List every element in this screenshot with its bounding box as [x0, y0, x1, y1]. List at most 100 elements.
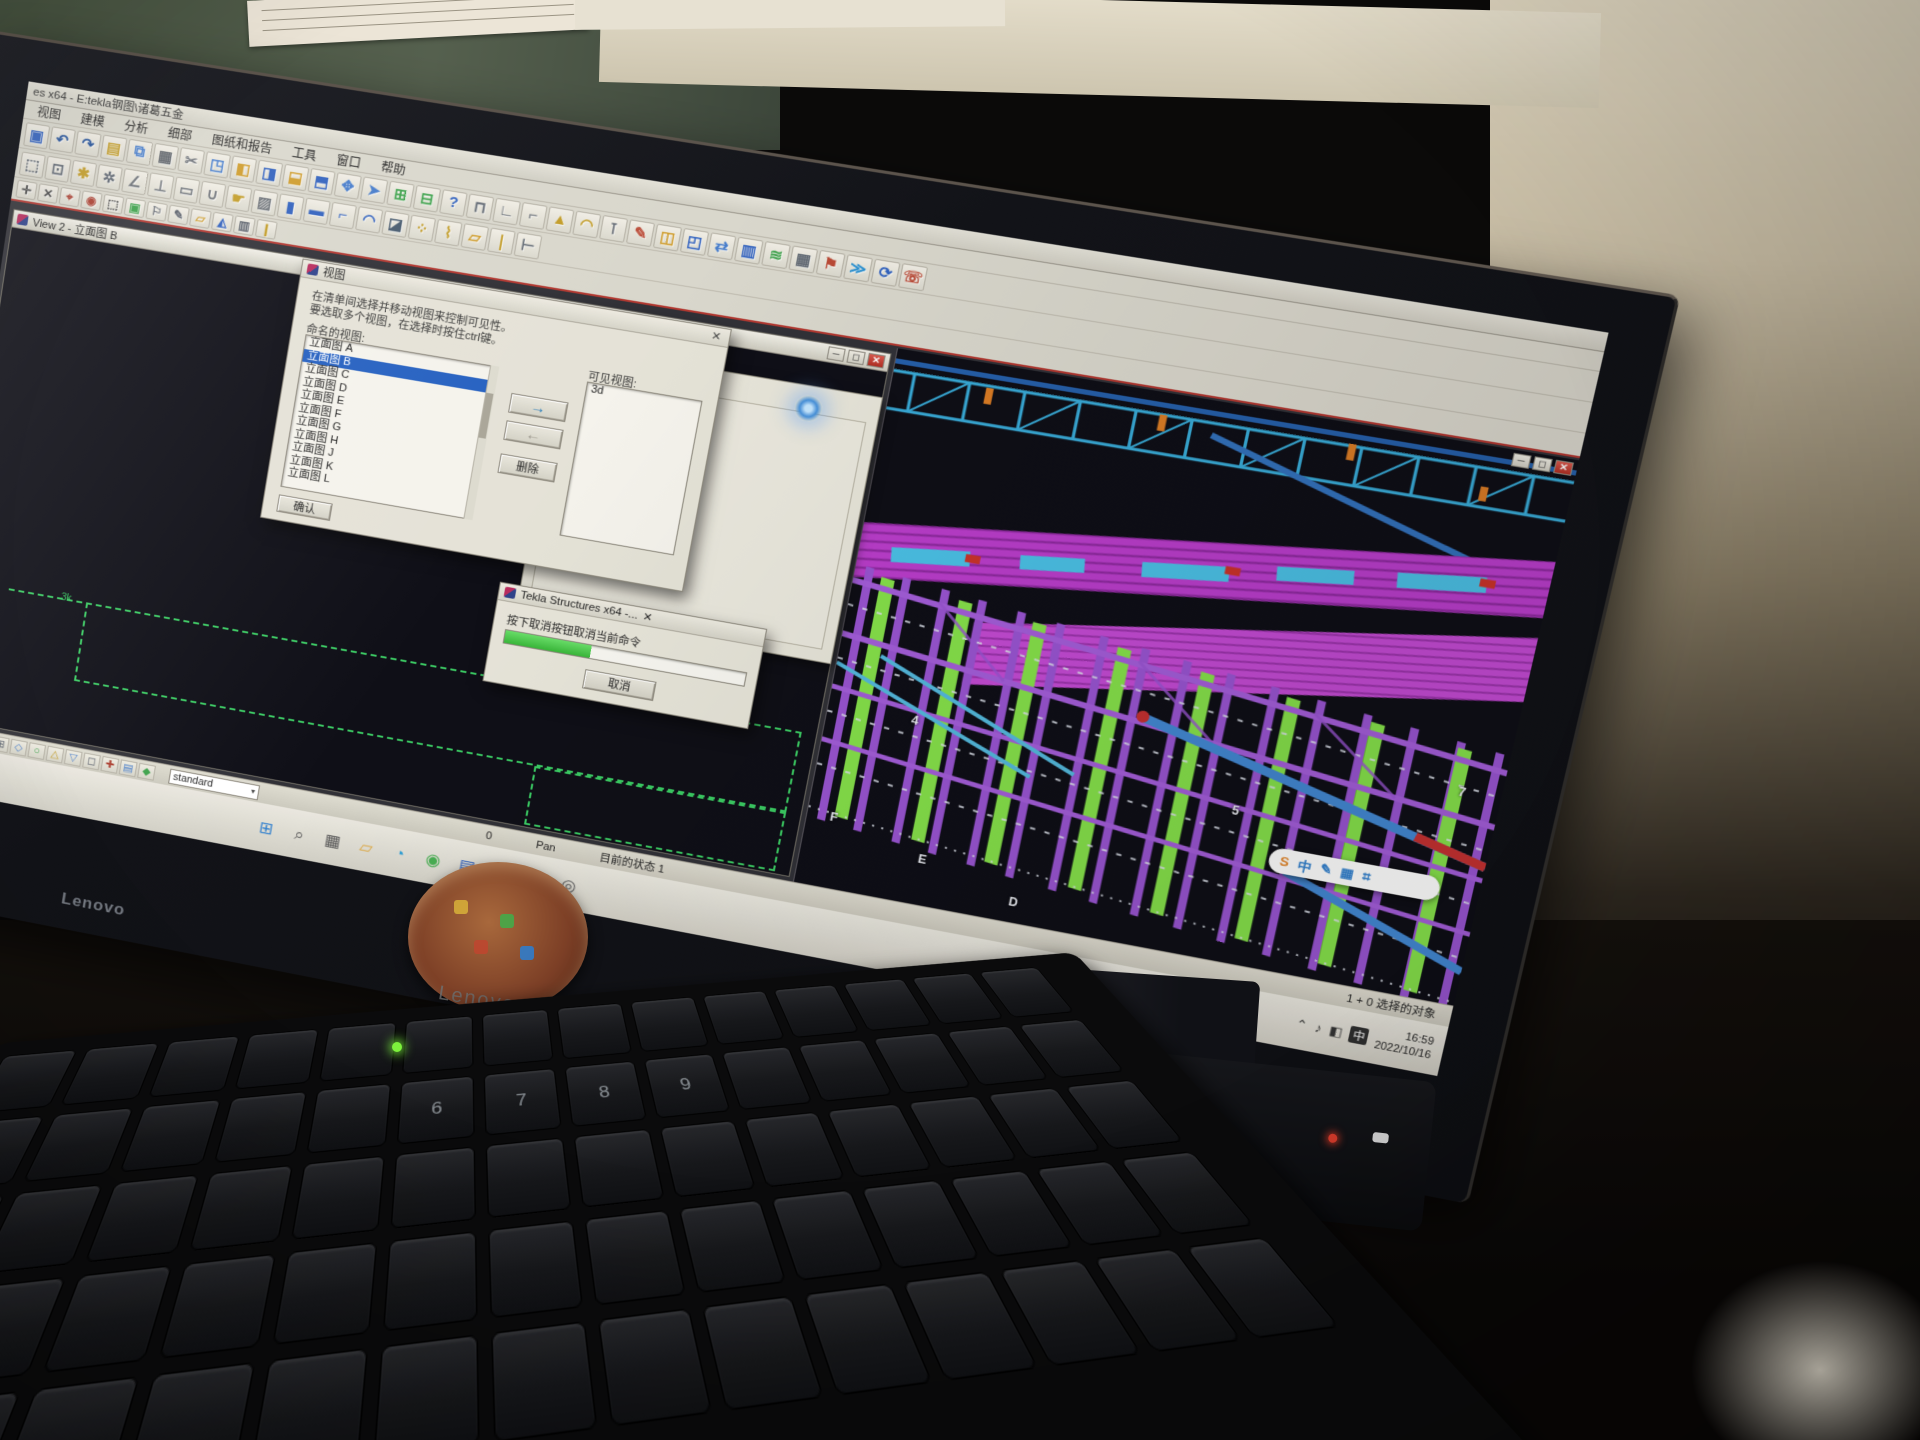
toolbar-icon[interactable]: ⌐ — [329, 201, 357, 229]
toolbar-icon[interactable]: ✂ — [177, 147, 205, 174]
taskbar-app-icon[interactable]: ⊞ — [251, 814, 280, 843]
close-icon[interactable]: ✕ — [866, 353, 885, 369]
tray-icon[interactable]: ♪ — [1313, 1020, 1323, 1036]
toolbar-icon[interactable]: ▣ — [23, 122, 50, 149]
toolbar-icon[interactable]: ☛ — [225, 184, 253, 211]
toolbar-icon[interactable]: ∟ — [492, 197, 521, 225]
toolbar-icon[interactable]: ✲ — [96, 163, 123, 190]
toolbar-icon[interactable]: ⊥ — [147, 172, 175, 199]
toolbar-icon[interactable]: ▱ — [189, 208, 212, 229]
toolbar-icon[interactable]: ◻ — [82, 752, 101, 770]
taskbar-app-icon[interactable]: ◉ — [418, 845, 448, 874]
move-left-button[interactable]: ← — [503, 420, 563, 449]
toolbar-icon[interactable]: ✕ — [37, 183, 59, 204]
toolbar-icon[interactable]: ▱ — [461, 223, 490, 251]
toolbar-icon[interactable]: ↷ — [74, 130, 101, 157]
taskbar-app-icon[interactable]: ⌕ — [285, 820, 315, 849]
toolbar-icon[interactable]: ▤ — [100, 134, 127, 161]
taskbar-clock[interactable]: 16:59 2022/10/16 — [1373, 1026, 1435, 1062]
toolbar-icon[interactable]: ◠ — [572, 210, 601, 238]
toolbar-icon[interactable]: ☏ — [898, 263, 928, 291]
toolbar-icon[interactable]: ⇄ — [707, 232, 736, 260]
visible-view-item[interactable]: 3d — [586, 383, 702, 415]
ok-button[interactable]: 确认 — [276, 494, 333, 521]
toolbar-icon[interactable]: ◪ — [381, 210, 409, 238]
toolbar-icon[interactable]: ⌐ — [519, 202, 548, 230]
toolbar-icon[interactable]: ✎ — [167, 205, 190, 226]
taskbar-app-icon[interactable]: ▱ — [351, 833, 381, 862]
maximize-icon[interactable]: ◻ — [1532, 456, 1553, 472]
toolbar-icon[interactable]: ∪ — [199, 180, 227, 207]
minimize-icon[interactable]: ─ — [826, 346, 845, 362]
toolbar-icon[interactable]: ✚ — [101, 755, 120, 773]
ime-bar-icon[interactable]: S — [1278, 853, 1291, 869]
toolbar-icon[interactable]: ◧ — [229, 155, 257, 183]
toolbar-icon[interactable]: ⁘ — [408, 214, 436, 242]
toolbar-icon[interactable]: ⊟ — [413, 184, 441, 212]
toolbar-icon[interactable]: ⊓ — [466, 193, 495, 221]
toolbar-icon[interactable]: ▦ — [152, 142, 180, 169]
toolbar-icon[interactable]: ▮ — [277, 193, 305, 221]
toolbar-icon[interactable]: ⌇ — [434, 218, 463, 246]
toolbar-icon[interactable]: ◨ — [255, 159, 283, 187]
cancel-button[interactable]: 取消 — [582, 669, 657, 701]
toolbar-icon[interactable]: ▽ — [64, 749, 83, 767]
ime-bar-icon[interactable]: ✎ — [1319, 860, 1334, 878]
visible-views-list[interactable]: 3d — [559, 381, 702, 555]
move-right-button[interactable]: → — [508, 393, 569, 422]
toolbar-icon[interactable]: ⊞ — [0, 735, 10, 753]
minimize-icon[interactable]: ─ — [1511, 453, 1532, 469]
close-icon[interactable]: ✕ — [1553, 460, 1574, 476]
toolbar-icon[interactable]: ○ — [28, 742, 47, 760]
toolbar-icon[interactable]: ▤ — [119, 759, 138, 777]
toolbar-icon[interactable]: ⚑ — [816, 249, 846, 277]
toolbar-icon[interactable]: ✥ — [334, 172, 362, 200]
toolbar-icon[interactable]: ▬ — [303, 197, 331, 225]
toolbar-icon[interactable]: ⬒ — [308, 167, 336, 195]
delete-button[interactable]: 删除 — [497, 453, 557, 482]
toolbar-icon[interactable]: ⌖ — [59, 187, 81, 208]
toolbar-icon[interactable]: ⊞ — [386, 180, 414, 208]
toolbar-icon[interactable]: ∠ — [121, 168, 148, 195]
toolbar-icon[interactable]: ▭ — [173, 176, 201, 203]
toolbar-icon[interactable]: ✛ — [15, 180, 37, 201]
taskbar-app-icon[interactable]: ◔ — [385, 839, 415, 868]
toolbar-icon[interactable]: ▨ — [251, 189, 279, 216]
toolbar-icon[interactable]: ✎ — [626, 219, 655, 247]
toolbar-icon[interactable]: ≋ — [761, 241, 791, 269]
toolbar-icon[interactable]: ◠ — [355, 206, 383, 234]
toolbar-icon[interactable]: ◫ — [653, 223, 682, 251]
toolbar-icon[interactable]: ⊡ — [44, 155, 71, 182]
toolbar-icon[interactable]: ✱ — [70, 159, 97, 186]
toolbar-icon[interactable]: ▲ — [546, 206, 575, 234]
toolbar-icon[interactable]: ⬚ — [102, 194, 124, 215]
ime-indicator[interactable]: 中 — [1348, 1026, 1370, 1046]
toolbar-icon[interactable]: ◆ — [137, 762, 156, 780]
toolbar-icon[interactable]: ◇ — [9, 738, 28, 756]
toolbar-icon[interactable]: ◳ — [203, 151, 231, 178]
toolbar-icon[interactable]: ? — [439, 189, 468, 217]
toolbar-icon[interactable]: ⬚ — [19, 151, 46, 178]
close-icon[interactable]: ✕ — [707, 329, 725, 344]
toolbar-icon[interactable]: ⊺ — [599, 214, 628, 242]
toolbar-icon[interactable]: ▣ — [124, 197, 147, 218]
toolbar-icon[interactable]: ↶ — [49, 126, 76, 153]
toolbar-icon[interactable]: ◰ — [680, 227, 709, 255]
toolbar-icon[interactable]: ▦ — [788, 245, 818, 273]
toolbar-icon[interactable]: ⚐ — [145, 201, 168, 222]
toolbar-icon[interactable]: ➤ — [360, 176, 388, 204]
toolbar-icon[interactable]: ▥ — [734, 236, 764, 264]
toolbar-icon[interactable]: ⧉ — [126, 138, 153, 165]
tray-icon[interactable]: ⌃ — [1294, 1016, 1309, 1034]
toolbar-icon[interactable]: ≫ — [843, 254, 873, 282]
toolbar-icon[interactable]: ⬓ — [281, 163, 309, 191]
tray-icon[interactable]: ◧ — [1328, 1022, 1345, 1040]
toolbar-icon[interactable]: ❘ — [487, 227, 516, 255]
ime-bar-icon[interactable]: ▦ — [1339, 864, 1356, 882]
maximize-icon[interactable]: ◻ — [846, 350, 865, 366]
close-icon[interactable]: ✕ — [642, 610, 654, 624]
toolbar-icon[interactable]: ◭ — [211, 212, 234, 233]
toolbar-icon[interactable]: ❙ — [255, 219, 278, 240]
toolbar-icon[interactable]: ⟳ — [871, 258, 901, 286]
named-views-list[interactable]: 立面图 A立面图 B立面图 C立面图 D立面图 E立面图 F立面图 G立面图 H… — [280, 334, 499, 520]
